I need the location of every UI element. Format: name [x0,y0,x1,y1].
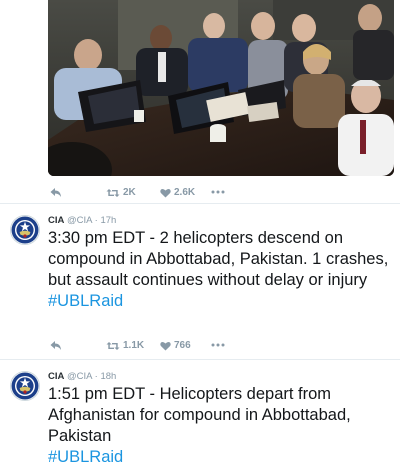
tweet-actions: 1.1K 766 [0,336,400,356]
author-handle[interactable]: @CIA [67,215,92,226]
retweet-icon [106,188,120,197]
more-button[interactable] [211,340,225,350]
hashtag-link[interactable]: #UBLRaid [48,292,123,310]
author-handle[interactable]: @CIA [67,371,92,382]
reply-button[interactable] [50,340,62,351]
retweet-button[interactable]: 1.1K [106,340,144,351]
header-separator: · [94,215,98,226]
avatar[interactable] [10,371,40,401]
tweet-text: 1:51 pm EDT - Helicopters depart from Af… [48,384,393,468]
reply-button[interactable] [50,187,62,198]
tweet-feed: 2K 2.6K CIA @CIA · 17h 3:30 pm EDT - 2 h… [0,0,400,470]
like-icon [160,188,171,198]
retweet-count: 1.1K [123,340,145,351]
tweet: CIA @CIA · 17h 3:30 pm EDT - 2 helicopte… [0,204,400,359]
tweet-time[interactable]: 17h [100,215,116,226]
cia-seal-icon [11,372,39,400]
tweet-header: CIA @CIA · 17h [48,215,116,226]
cia-seal-icon [11,216,39,244]
like-icon [160,341,171,351]
situation-room-photo [48,0,394,176]
retweet-icon [106,341,120,350]
tweet-body: 3:30 pm EDT - 2 helicopters descend on c… [48,229,389,289]
top-tweet-actions: 2K 2.6K [0,183,400,203]
avatar[interactable] [10,215,40,245]
author-name[interactable]: CIA [48,371,64,382]
retweet-count: 2K [123,187,136,198]
retweet-button[interactable]: 2K [106,187,136,198]
tweet-header: CIA @CIA · 18h [48,371,116,382]
more-button[interactable] [211,187,225,197]
hashtag-link[interactable]: #UBLRaid [48,448,123,466]
more-icon [211,343,225,347]
like-button[interactable]: 766 [160,340,191,351]
like-count: 766 [174,340,191,351]
tweet-time[interactable]: 18h [100,371,116,382]
reply-icon [50,341,61,350]
like-count: 2.6K [174,187,196,198]
author-name[interactable]: CIA [48,215,64,226]
tweet-text: 3:30 pm EDT - 2 helicopters descend on c… [48,228,393,312]
tweet: CIA @CIA · 18h 1:51 pm EDT - Helicopters… [0,360,400,470]
like-button[interactable]: 2.6K [160,187,195,198]
tweet-photo[interactable] [48,0,394,176]
header-separator: · [94,371,98,382]
reply-icon [50,188,61,197]
more-icon [211,190,225,194]
tweet-body: 1:51 pm EDT - Helicopters depart from Af… [48,385,351,445]
